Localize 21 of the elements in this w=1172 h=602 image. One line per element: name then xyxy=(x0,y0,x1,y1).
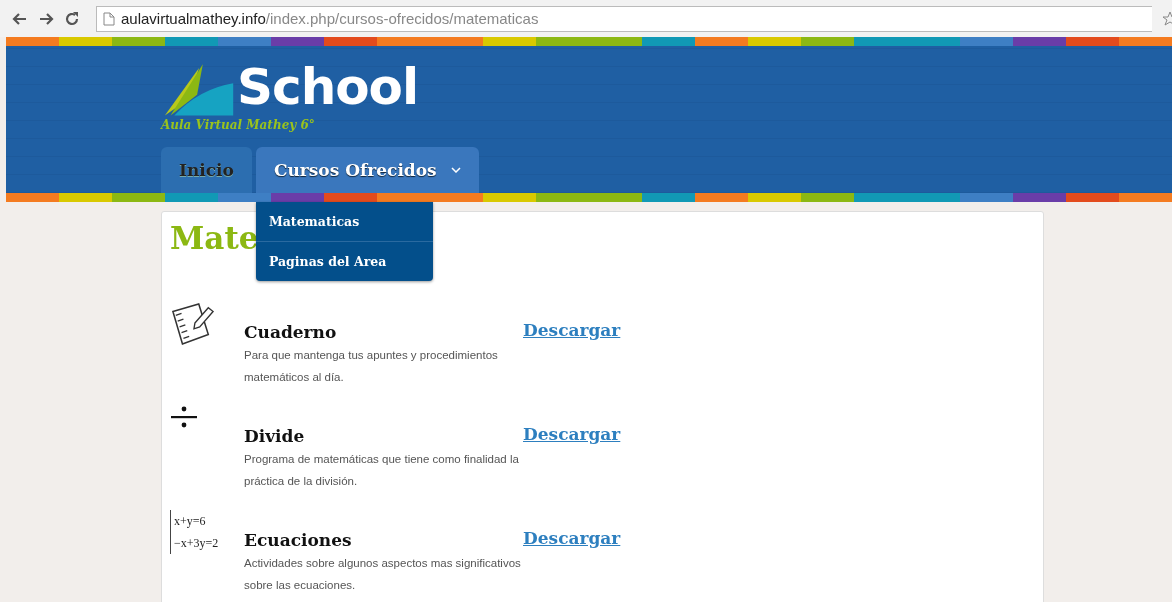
item-description: Actividades sobre algunos aspectos mas significativos sobre las ecuaciones. xyxy=(244,556,522,593)
logo-subtitle: Aula Virtual Mathey 6° xyxy=(161,118,316,132)
nav-tab[interactable]: Inicio xyxy=(161,147,252,193)
item-title: Ecuaciones xyxy=(244,530,353,550)
forward-icon[interactable] xyxy=(38,10,54,27)
download-link[interactable]: Descargar xyxy=(523,320,621,340)
reload-icon[interactable] xyxy=(64,10,80,27)
page-icon xyxy=(103,11,115,26)
divide-icon xyxy=(170,406,198,428)
url-text: aulavirtualmathey.info/index.php/cursos-ofrecidos/matematicas xyxy=(121,10,539,27)
download-link[interactable]: Descargar xyxy=(523,528,621,548)
nav-tab[interactable]: Cursos Ofrecidos xyxy=(255,147,479,193)
download-link[interactable]: Descargar xyxy=(523,424,621,444)
address-bar[interactable]: aulavirtualmathey.info/index.php/cursos-ofrecidos/matematicas xyxy=(96,5,1152,32)
item-title: Cuaderno xyxy=(244,322,338,342)
notebook-icon xyxy=(170,302,216,346)
item-description: Para que mantenga tus apuntes y procedimientos matemáticos al día. xyxy=(244,348,499,385)
logo-title: School xyxy=(237,57,419,118)
back-icon[interactable] xyxy=(12,10,28,27)
item-description: Programa de matemáticas que tiene como finalidad la práctica de la división. xyxy=(244,452,520,489)
item-title: Divide xyxy=(244,426,306,446)
